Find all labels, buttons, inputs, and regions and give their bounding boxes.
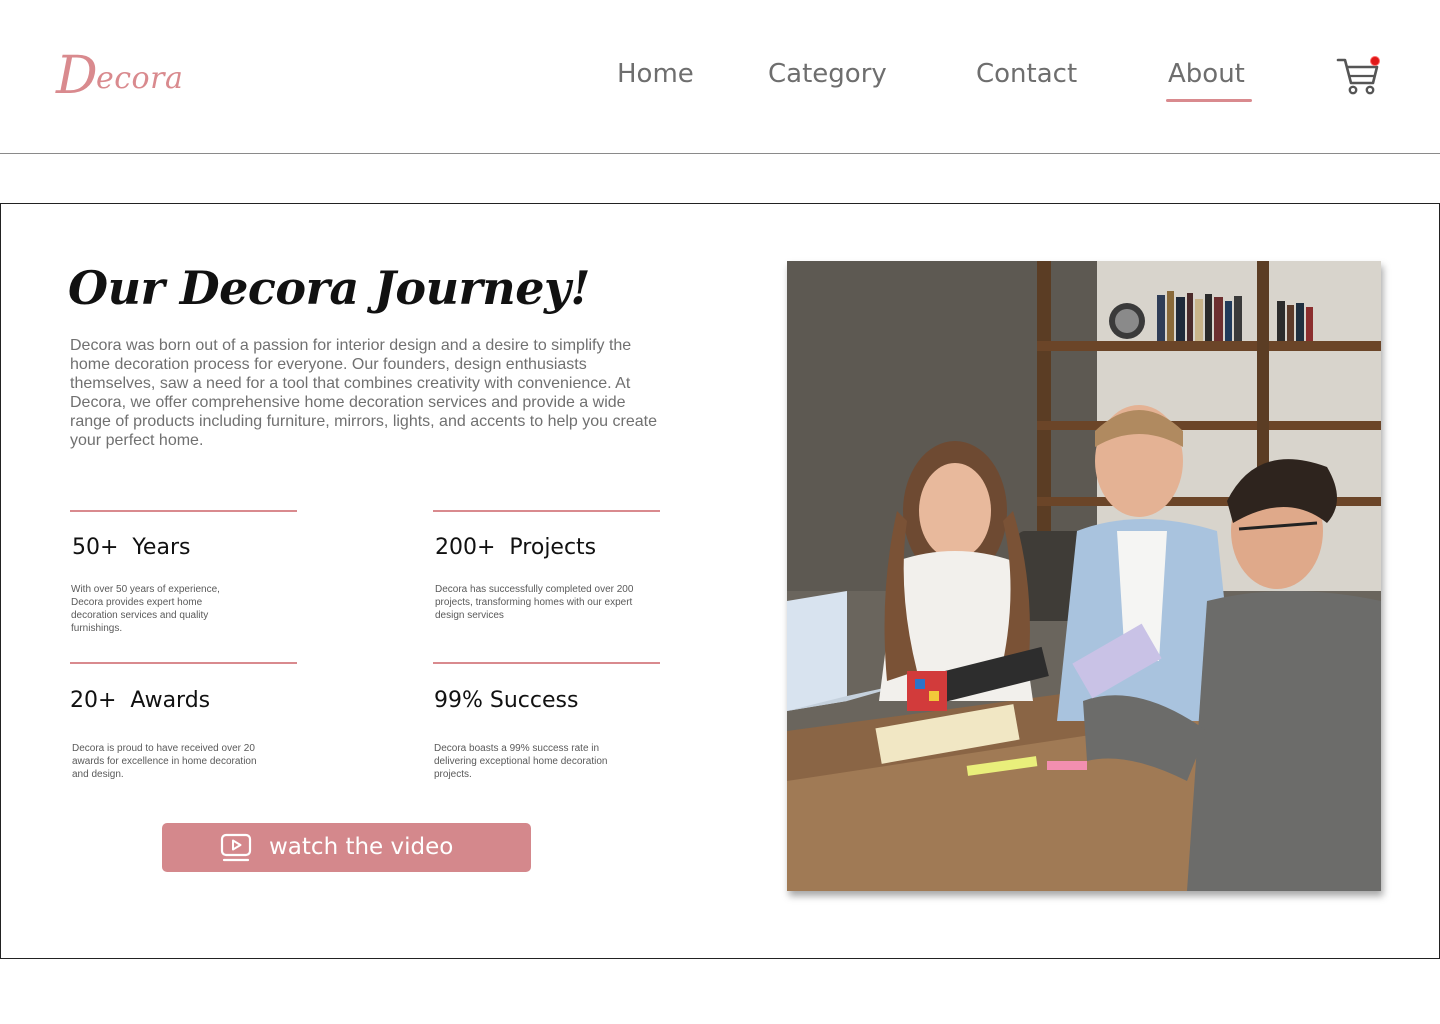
stat-years-title: 50+ Years	[72, 535, 191, 560]
stat-divider	[70, 662, 297, 664]
stat-awards-title: 20+ Awards	[70, 688, 211, 713]
stat-success-description: Decora boasts a 99% success rate in deli…	[434, 743, 608, 780]
stat-years-description: With over 50 years of experience, Decora…	[71, 584, 220, 634]
logo-initial: D	[56, 46, 98, 106]
watch-video-button[interactable]: watch the video	[162, 823, 531, 872]
cart-notification-dot	[1370, 56, 1380, 66]
stat-awards-description: Decora is proud to have received over 20…	[72, 743, 257, 780]
nav-home[interactable]: Home	[617, 56, 694, 92]
team-photo	[787, 261, 1381, 891]
stat-divider	[433, 662, 660, 664]
logo-wordmark: ecora	[96, 61, 184, 96]
intro-paragraph: Decora was born out of a passion for int…	[70, 337, 657, 449]
stat-projects-title: 200+ Projects	[435, 535, 597, 560]
nav-contact[interactable]: Contact	[976, 56, 1077, 92]
nav-category[interactable]: Category	[768, 56, 887, 92]
nav-about[interactable]: About	[1168, 56, 1245, 92]
play-video-icon	[220, 833, 252, 862]
watch-video-label: watch the video	[269, 834, 454, 860]
decora-logo[interactable]: D ecora	[56, 46, 186, 106]
stat-divider	[433, 510, 660, 512]
stat-projects-description: Decora has successfully completed over 2…	[435, 584, 634, 621]
page-title: Our Decora Journey!	[68, 261, 590, 315]
stat-success-title: 99% Success	[434, 688, 579, 713]
active-nav-underline	[1166, 99, 1252, 102]
team-photo-illustration	[787, 261, 1381, 891]
site-header: D ecora Home Category Contact About	[0, 0, 1440, 154]
stat-divider	[70, 510, 297, 512]
